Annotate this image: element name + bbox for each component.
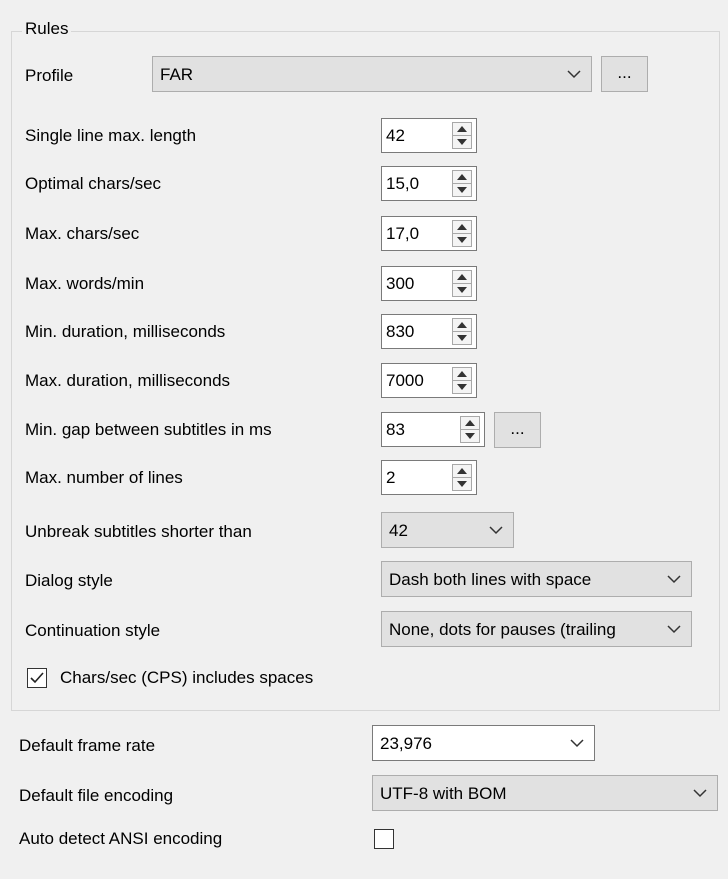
cps-includes-spaces-checkbox[interactable]	[27, 668, 47, 688]
default-frame-rate-label: Default frame rate	[19, 736, 156, 755]
spinner-arrows[interactable]	[460, 416, 480, 443]
min-gap-spinner[interactable]: 83	[381, 412, 485, 447]
min-gap-label: Min. gap between subtitles in ms	[25, 420, 272, 439]
spinner-value: 7000	[386, 371, 424, 390]
arrow-up-icon[interactable]	[457, 322, 467, 328]
cps-includes-spaces-label: Chars/sec (CPS) includes spaces	[60, 668, 314, 687]
auto-detect-ansi-label: Auto detect ANSI encoding	[19, 829, 223, 848]
continuation-style-dropdown[interactable]: None, dots for pauses (trailing	[381, 611, 692, 647]
spinner-arrows[interactable]	[452, 220, 472, 247]
arrow-up-icon[interactable]	[457, 224, 467, 230]
spinner-value: 17,0	[386, 224, 420, 243]
spinner-value: 830	[386, 322, 415, 341]
profile-dropdown[interactable]: FAR	[152, 56, 592, 92]
rules-group-title: Rules	[22, 19, 72, 39]
arrow-up-icon[interactable]	[457, 126, 467, 132]
spinner-value: 42	[386, 126, 405, 145]
default-file-encoding-dropdown[interactable]: UTF-8 with BOM	[372, 775, 718, 811]
arrow-up-icon[interactable]	[465, 420, 475, 426]
spinner-value: 83	[386, 420, 405, 439]
arrow-down-icon[interactable]	[457, 237, 467, 243]
profile-value: FAR	[160, 65, 194, 84]
default-frame-rate-combobox[interactable]: 23,976	[372, 725, 595, 761]
chevron-down-icon	[570, 739, 584, 748]
arrow-up-icon[interactable]	[457, 274, 467, 280]
checkmark-icon	[30, 672, 44, 684]
optimal-chars-sec-spinner[interactable]: 15,0	[381, 166, 477, 201]
chevron-down-icon	[489, 526, 503, 535]
spinner-arrows[interactable]	[452, 464, 472, 491]
max-words-min-label: Max. words/min	[25, 274, 145, 293]
arrow-down-icon[interactable]	[465, 433, 475, 439]
spinner-value: 2	[386, 468, 396, 487]
dialog-style-dropdown[interactable]: Dash both lines with space	[381, 561, 692, 597]
spinner-arrows[interactable]	[452, 318, 472, 345]
max-words-min-spinner[interactable]: 300	[381, 266, 477, 301]
max-number-of-lines-spinner[interactable]: 2	[381, 460, 477, 495]
min-gap-more-button[interactable]: ...	[494, 412, 541, 448]
profile-more-button[interactable]: ...	[601, 56, 648, 92]
max-number-of-lines-label: Max. number of lines	[25, 468, 183, 487]
unbreak-dropdown[interactable]: 42	[381, 512, 514, 548]
spinner-arrows[interactable]	[452, 270, 472, 297]
arrow-down-icon[interactable]	[457, 187, 467, 193]
spinner-arrows[interactable]	[452, 122, 472, 149]
max-chars-sec-spinner[interactable]: 17,0	[381, 216, 477, 251]
spinner-value: 15,0	[386, 174, 420, 193]
single-line-max-length-spinner[interactable]: 42	[381, 118, 477, 153]
unbreak-label: Unbreak subtitles shorter than	[25, 522, 252, 541]
profile-label: Profile	[25, 66, 74, 85]
arrow-down-icon[interactable]	[457, 335, 467, 341]
min-duration-spinner[interactable]: 830	[381, 314, 477, 349]
default-frame-rate-value: 23,976	[380, 734, 432, 753]
arrow-up-icon[interactable]	[457, 174, 467, 180]
unbreak-value: 42	[389, 521, 408, 540]
chevron-down-icon	[667, 625, 681, 634]
chevron-down-icon	[567, 70, 581, 79]
spinner-arrows[interactable]	[452, 367, 472, 394]
auto-detect-ansi-checkbox[interactable]	[374, 829, 394, 849]
arrow-down-icon[interactable]	[457, 384, 467, 390]
arrow-down-icon[interactable]	[457, 481, 467, 487]
spinner-arrows[interactable]	[452, 170, 472, 197]
continuation-style-value: None, dots for pauses (trailing	[389, 620, 616, 639]
arrow-up-icon[interactable]	[457, 371, 467, 377]
min-duration-label: Min. duration, milliseconds	[25, 322, 226, 341]
default-file-encoding-value: UTF-8 with BOM	[380, 784, 507, 803]
continuation-style-label: Continuation style	[25, 621, 161, 640]
chevron-down-icon	[693, 789, 707, 798]
arrow-up-icon[interactable]	[457, 468, 467, 474]
single-line-max-length-label: Single line max. length	[25, 126, 197, 145]
optimal-chars-sec-label: Optimal chars/sec	[25, 174, 162, 193]
spinner-value: 300	[386, 274, 415, 293]
arrow-down-icon[interactable]	[457, 139, 467, 145]
chevron-down-icon	[667, 575, 681, 584]
max-duration-spinner[interactable]: 7000	[381, 363, 477, 398]
max-chars-sec-label: Max. chars/sec	[25, 224, 140, 243]
dialog-style-value: Dash both lines with space	[389, 570, 592, 589]
dialog-style-label: Dialog style	[25, 571, 113, 590]
default-file-encoding-label: Default file encoding	[19, 786, 174, 805]
max-duration-label: Max. duration, milliseconds	[25, 371, 231, 390]
arrow-down-icon[interactable]	[457, 287, 467, 293]
